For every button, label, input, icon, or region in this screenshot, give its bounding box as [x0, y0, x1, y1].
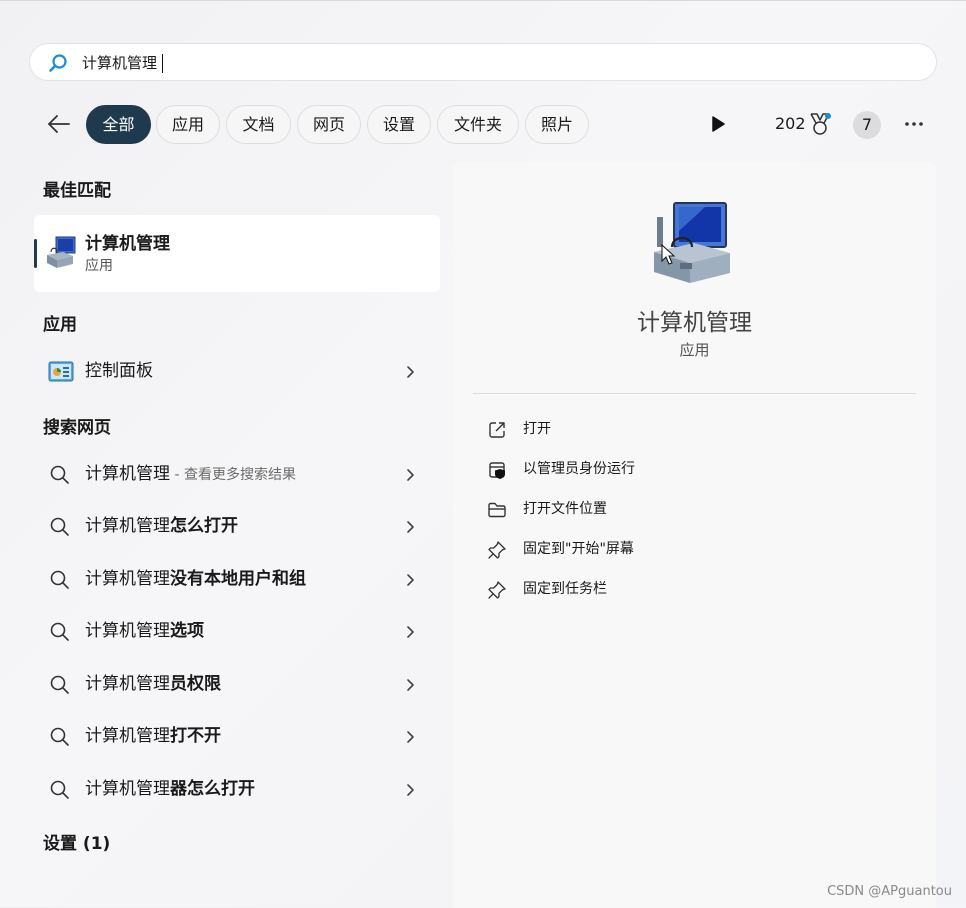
chevron-right-icon	[407, 679, 414, 691]
play-icon[interactable]	[708, 114, 728, 134]
search-icon	[50, 675, 69, 694]
action-pin-to-start[interactable]: 固定到"开始"屏幕	[473, 531, 916, 567]
web-result-hint: - 查看更多搜索结果	[170, 467, 296, 483]
chevron-right-icon	[407, 366, 414, 378]
web-result-row[interactable]: 计算机管理打不开	[34, 713, 440, 759]
folder-icon	[488, 502, 506, 518]
web-search-heading: 搜索网页	[43, 418, 111, 438]
chevron-right-icon	[407, 521, 414, 533]
rewards-points: 202	[775, 114, 806, 133]
web-result-row[interactable]: 计算机管理怎么打开	[34, 503, 440, 549]
web-result-row[interactable]: 计算机管理器怎么打开	[34, 766, 440, 812]
action-label: 固定到"开始"屏幕	[523, 541, 634, 557]
web-result-label: 计算机管理打不开	[85, 726, 221, 746]
detail-app-type: 应用	[679, 341, 710, 359]
action-label: 打开文件位置	[523, 501, 607, 517]
search-box[interactable]	[29, 43, 937, 81]
web-result-row[interactable]: 计算机管理没有本地用户和组	[34, 556, 440, 602]
search-window: 全部 应用 文档 网页 设置 文件夹 照片 202 7 最佳匹配 计算机管理 应…	[0, 0, 966, 908]
action-pin-to-taskbar[interactable]: 固定到任务栏	[473, 571, 916, 607]
action-label: 以管理员身份运行	[523, 461, 635, 477]
pin-icon	[488, 581, 506, 599]
web-result-row[interactable]: 计算机管理选项	[34, 608, 440, 654]
selection-accent	[34, 239, 37, 268]
web-result-label: 计算机管理没有本地用户和组	[85, 569, 306, 589]
chevron-right-icon	[407, 784, 414, 796]
search-icon	[50, 570, 69, 589]
best-match-heading: 最佳匹配	[43, 181, 111, 201]
search-icon	[49, 54, 67, 72]
pin-icon	[488, 541, 506, 559]
web-result-label: 计算机管理员权限	[85, 674, 221, 694]
best-match-name: 计算机管理	[85, 234, 170, 254]
search-icon	[50, 517, 69, 536]
apps-heading: 应用	[43, 315, 77, 335]
web-result-label: 计算机管理怎么打开	[85, 516, 238, 536]
action-run-as-admin[interactable]: 以管理员身份运行	[473, 451, 916, 487]
tab-all[interactable]: 全部	[86, 105, 151, 144]
settings-heading[interactable]: 设置 (1)	[43, 829, 110, 854]
count-badge[interactable]: 7	[853, 111, 881, 139]
list-item-label: 控制面板	[85, 361, 153, 381]
search-icon	[50, 622, 69, 641]
tab-folders[interactable]: 文件夹	[437, 105, 519, 144]
search-icon	[50, 780, 69, 799]
action-open[interactable]: 打开	[473, 411, 916, 447]
chevron-right-icon	[407, 731, 414, 743]
best-match-type: 应用	[85, 258, 113, 274]
open-external-icon	[489, 422, 505, 438]
tab-web[interactable]: 网页	[297, 105, 361, 144]
action-label: 打开	[523, 421, 551, 437]
tab-documents[interactable]: 文档	[226, 105, 291, 144]
web-result-label: 计算机管理选项	[85, 621, 204, 641]
web-result-label: 计算机管理器怎么打开	[85, 779, 255, 799]
web-result-row[interactable]: 计算机管理员权限	[34, 661, 440, 707]
chevron-right-icon	[407, 626, 414, 638]
chevron-right-icon	[407, 574, 414, 586]
watermark: CSDN @APguantou	[827, 884, 952, 899]
detail-app-name: 计算机管理	[637, 310, 752, 336]
search-input[interactable]	[82, 50, 902, 76]
web-result-label: 计算机管理 - 查看更多搜索结果	[85, 464, 296, 484]
tab-settings[interactable]: 设置	[367, 105, 431, 144]
computer-management-icon	[47, 236, 76, 268]
best-match-item[interactable]: 计算机管理 应用	[34, 215, 440, 292]
search-icon	[50, 727, 69, 746]
back-arrow-icon[interactable]	[46, 111, 72, 137]
tab-apps[interactable]: 应用	[156, 105, 220, 144]
control-panel-icon	[48, 361, 74, 382]
list-item-control-panel[interactable]: 控制面板	[34, 348, 440, 394]
run-as-admin-icon	[489, 462, 505, 479]
divider	[473, 393, 916, 394]
more-options-icon[interactable]	[902, 113, 926, 135]
computer-management-icon	[654, 202, 730, 283]
text-caret	[162, 54, 163, 73]
action-label: 固定到任务栏	[523, 581, 607, 597]
action-open-file-location[interactable]: 打开文件位置	[473, 491, 916, 527]
search-icon	[50, 465, 69, 484]
tab-photos[interactable]: 照片	[525, 105, 589, 144]
web-result-row[interactable]: 计算机管理 - 查看更多搜索结果	[34, 451, 440, 497]
rewards-medal-icon[interactable]	[808, 111, 832, 137]
chevron-right-icon	[407, 469, 414, 481]
